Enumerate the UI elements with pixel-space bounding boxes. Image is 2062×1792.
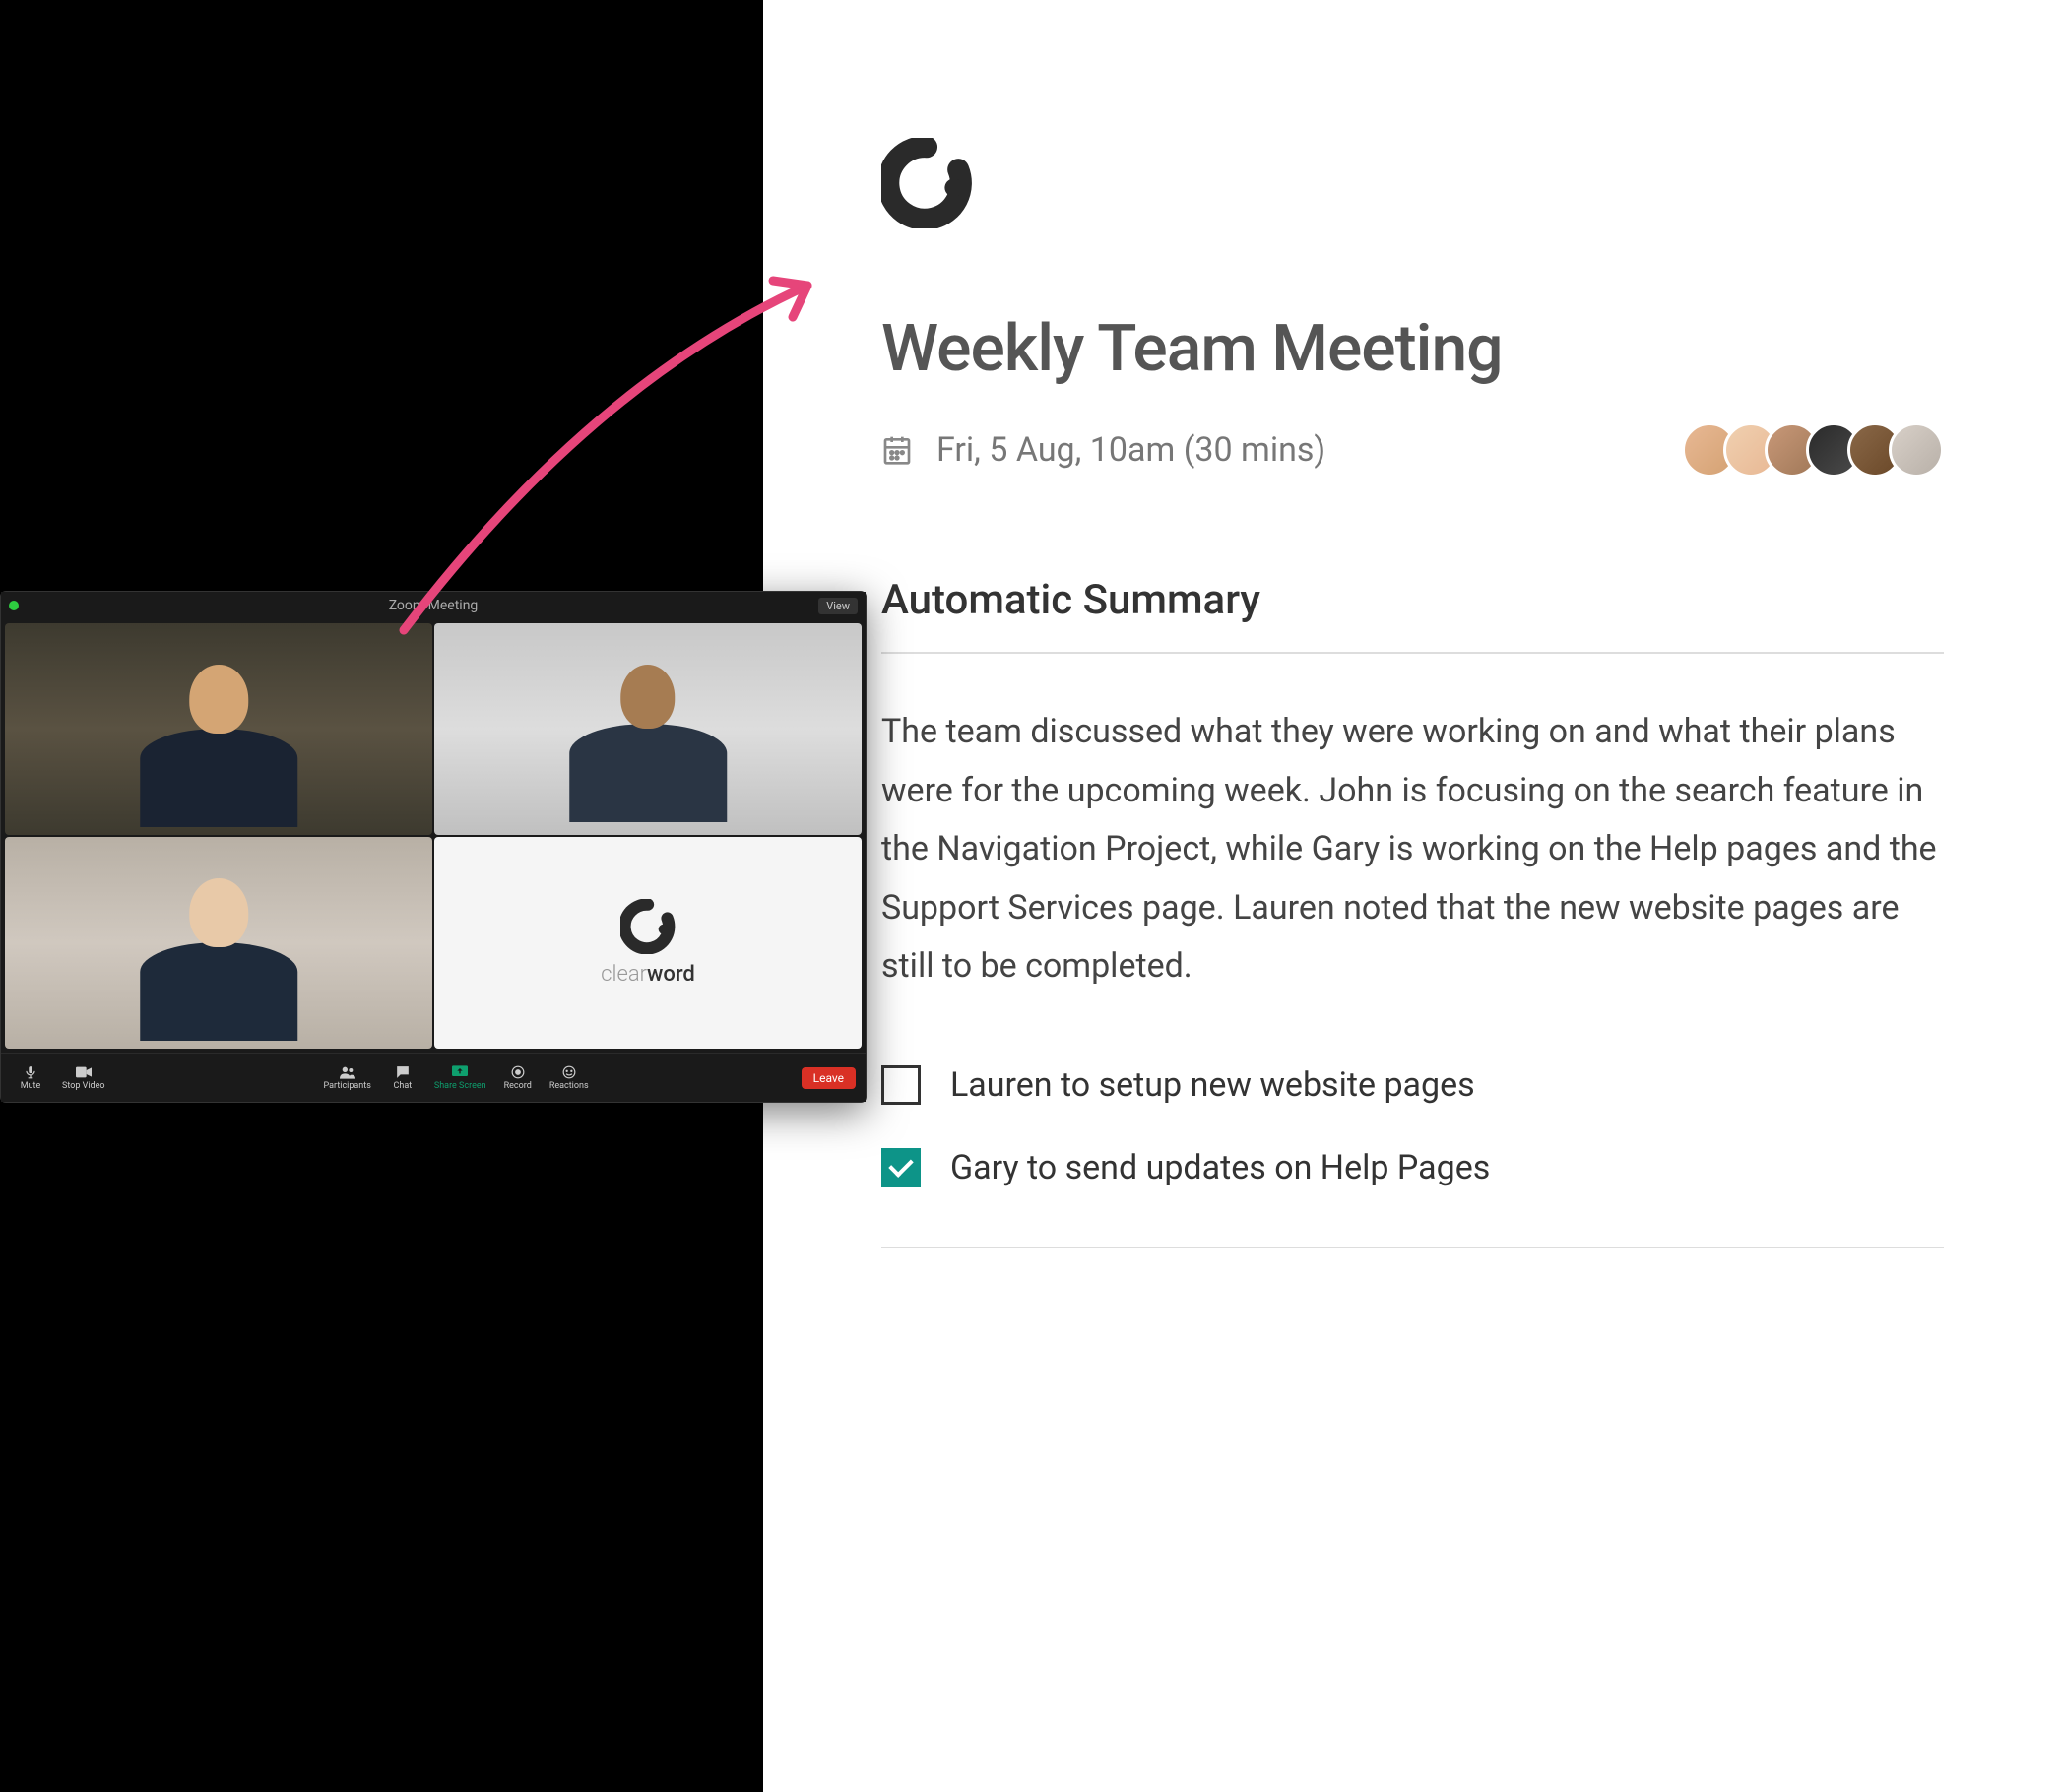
view-button[interactable]: View (818, 598, 858, 614)
section-divider (881, 1247, 1944, 1248)
participants-button[interactable]: Participants (318, 1061, 377, 1095)
participant-video-tile[interactable] (5, 837, 432, 1049)
participant-video-tile[interactable] (5, 623, 432, 835)
attendee-avatar[interactable] (1889, 422, 1944, 478)
meeting-title: Weekly Team Meeting (881, 311, 1944, 387)
chat-icon (394, 1065, 412, 1079)
zoom-window-title: Zoom Meeting (389, 598, 479, 613)
reactions-icon (560, 1065, 578, 1079)
meeting-date: Fri, 5 Aug, 10am (30 mins) (936, 430, 1325, 470)
task-checkbox[interactable] (881, 1065, 921, 1105)
mute-button[interactable]: Mute (11, 1061, 50, 1095)
reactions-button[interactable]: Reactions (544, 1061, 595, 1095)
meeting-report-panel: Weekly Team Meeting Fri, 5 Aug, 10am (30… (763, 0, 2062, 1792)
video-camera-icon (75, 1065, 93, 1079)
task-checkbox[interactable] (881, 1148, 921, 1187)
task-item: Lauren to setup new website pages (881, 1065, 1944, 1105)
meeting-meta-row: Fri, 5 Aug, 10am (30 mins) (881, 422, 1944, 478)
calendar-icon (881, 434, 913, 466)
stop-video-button[interactable]: Stop Video (56, 1061, 111, 1095)
task-list: Lauren to setup new website pages Gary t… (881, 1065, 1944, 1187)
encryption-indicator-icon (9, 601, 19, 610)
clearword-logo-icon (620, 899, 676, 954)
share-screen-button[interactable]: Share Screen (428, 1061, 492, 1095)
section-title: Automatic Summary (881, 576, 1944, 624)
person-avatar-icon (58, 655, 379, 835)
video-grid: clearword (1, 619, 866, 1053)
person-avatar-icon (58, 868, 379, 1049)
attendee-avatar-stack[interactable] (1682, 422, 1944, 478)
clearword-bot-tile[interactable]: clearword (434, 837, 862, 1049)
task-item: Gary to send updates on Help Pages (881, 1148, 1944, 1187)
participants-icon (339, 1065, 356, 1079)
participant-video-tile[interactable] (434, 623, 862, 835)
chat-button[interactable]: Chat (383, 1061, 422, 1095)
summary-text: The team discussed what they were workin… (881, 703, 1944, 996)
record-icon (509, 1065, 527, 1079)
task-label: Gary to send updates on Help Pages (950, 1148, 1490, 1187)
leave-button[interactable]: Leave (802, 1067, 856, 1089)
zoom-titlebar: Zoom Meeting View (1, 592, 866, 619)
clearword-brand-label: clearword (601, 962, 695, 987)
section-divider (881, 652, 1944, 654)
record-button[interactable]: Record (498, 1061, 538, 1095)
person-avatar-icon (487, 655, 808, 835)
zoom-meeting-window: Zoom Meeting View (0, 591, 867, 1103)
zoom-toolbar: Mute Stop Video Participants Chat Share (1, 1053, 866, 1102)
microphone-icon (22, 1065, 39, 1079)
task-label: Lauren to setup new website pages (950, 1065, 1475, 1105)
share-screen-icon (451, 1065, 469, 1079)
clearword-logo-icon (881, 138, 1944, 232)
